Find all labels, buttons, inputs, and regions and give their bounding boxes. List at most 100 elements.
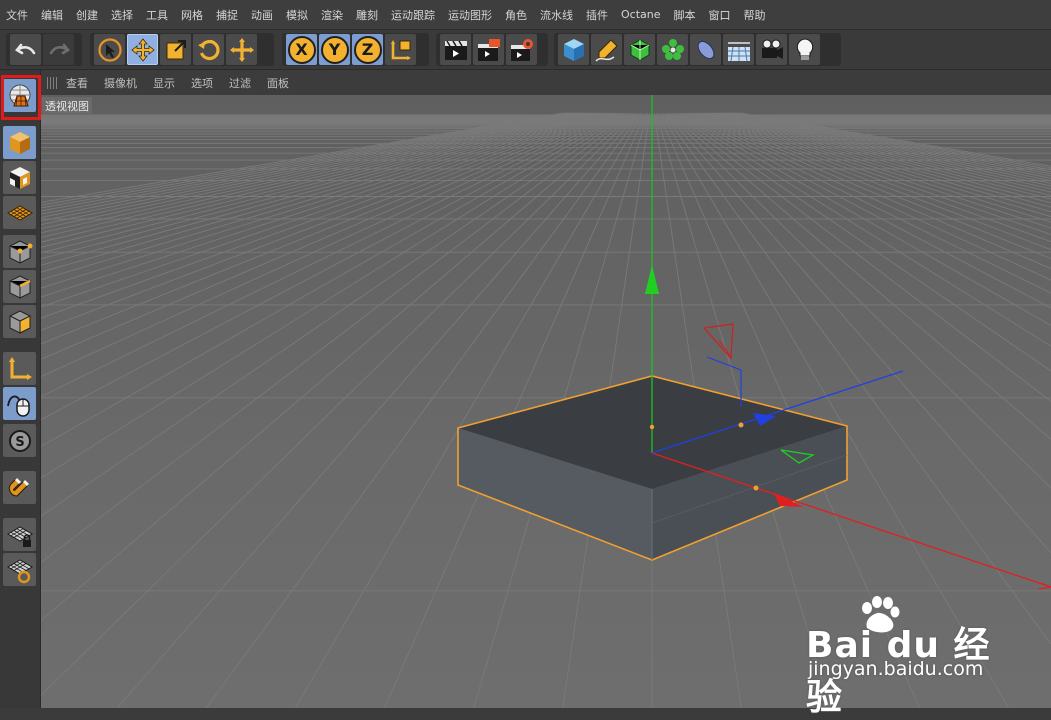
menu-animate[interactable]: 动画 <box>251 7 273 23</box>
menu-mograph[interactable]: 运动图形 <box>448 7 492 23</box>
viewport-menu-panel[interactable]: 面板 <box>267 75 289 91</box>
watermark-url: jingyan.baidu.com <box>808 658 984 680</box>
y-axis-handle-icon[interactable] <box>645 265 659 294</box>
texture-mode-button[interactable] <box>3 161 36 194</box>
subdivision-surface-icon <box>630 38 649 61</box>
render-settings-icon <box>510 38 533 61</box>
menu-character[interactable]: 角色 <box>505 7 527 23</box>
deformer-button[interactable] <box>690 34 721 65</box>
menu-edit[interactable]: 编辑 <box>41 7 63 23</box>
axis-mode-button[interactable] <box>3 352 36 385</box>
pen-spline-icon <box>594 38 618 62</box>
viewport-menu-filter[interactable]: 过滤 <box>229 75 251 91</box>
menu-render[interactable]: 渲染 <box>321 7 343 23</box>
light-button[interactable] <box>789 34 820 65</box>
render-view-icon <box>444 40 467 60</box>
live-select-button[interactable] <box>94 34 125 65</box>
last-tool-button[interactable] <box>226 34 257 65</box>
points-mode-button[interactable] <box>3 235 36 268</box>
menu-mesh[interactable]: 网格 <box>181 7 203 23</box>
viewport-menu-view[interactable]: 查看 <box>66 75 88 91</box>
menu-help[interactable]: 帮助 <box>744 7 766 23</box>
pen-spline-button[interactable] <box>591 34 622 65</box>
viewport-menu-bar: 查看 摄像机 显示 选项 过滤 面板 <box>41 70 1051 95</box>
menu-select[interactable]: 选择 <box>111 7 133 23</box>
left-toolbar: S <box>0 70 41 708</box>
highlight-frame <box>1 75 41 120</box>
baidu-watermark: Bai du 经验 jingyan.baidu.com <box>806 596 1016 718</box>
move-icon <box>130 37 155 62</box>
undo-button[interactable] <box>10 34 41 65</box>
menu-simulate[interactable]: 模拟 <box>286 7 308 23</box>
create-group <box>554 33 841 66</box>
rotate-icon <box>197 39 220 60</box>
solo-button[interactable]: S <box>3 424 36 457</box>
points-mode-icon <box>9 239 32 264</box>
render-settings-button[interactable] <box>506 34 537 65</box>
cube-object-button[interactable] <box>558 34 589 65</box>
axis-lock-group: X Y Z <box>282 33 429 66</box>
z-axis-button[interactable]: Z <box>352 34 383 65</box>
x-axis-button[interactable]: X <box>286 34 317 65</box>
menu-window[interactable]: 窗口 <box>709 7 731 23</box>
y-axis-icon: Y <box>320 35 349 64</box>
svg-text:S: S <box>15 435 24 450</box>
tweak-mode-icon <box>6 395 30 417</box>
history-group <box>6 33 82 66</box>
menu-plugins[interactable]: 插件 <box>586 7 608 23</box>
axis-mode-icon <box>8 356 32 380</box>
viewport-menu-cameras[interactable]: 摄像机 <box>104 75 137 91</box>
texture-mode-icon <box>9 166 30 189</box>
rotate-button[interactable] <box>193 34 224 65</box>
floor-environment-icon <box>727 41 750 61</box>
coordinate-system-button[interactable] <box>385 34 416 65</box>
y-axis-button[interactable]: Y <box>319 34 350 65</box>
tweak-mode-button[interactable] <box>3 387 36 420</box>
menu-bar: 文件 编辑 创建 选择 工具 网格 捕捉 动画 模拟 渲染 雕刻 运动跟踪 运动… <box>0 0 1051 29</box>
edges-mode-button[interactable] <box>3 270 36 303</box>
scale-icon <box>166 39 186 59</box>
menu-script[interactable]: 脚本 <box>674 7 696 23</box>
deformer-icon <box>697 40 714 59</box>
render-group <box>436 33 548 66</box>
undo-icon <box>14 43 35 54</box>
main-toolbar: X Y Z <box>0 29 1051 70</box>
menu-sculpt[interactable]: 雕刻 <box>356 7 378 23</box>
workplane-mode-icon <box>6 204 33 221</box>
render-picture-viewer-button[interactable] <box>473 34 504 65</box>
menu-tools[interactable]: 工具 <box>146 7 168 23</box>
menu-motion-tracker[interactable]: 运动跟踪 <box>391 7 435 23</box>
floor-environment-button[interactable] <box>723 34 754 65</box>
menu-create[interactable]: 创建 <box>76 7 98 23</box>
z-axis-icon: Z <box>353 35 382 64</box>
viewport-label: 透视视图 <box>42 97 92 115</box>
workplane-align-button[interactable] <box>3 553 36 586</box>
menu-pipeline[interactable]: 流水线 <box>540 7 573 23</box>
move-button[interactable] <box>127 34 158 65</box>
menu-file[interactable]: 文件 <box>6 7 28 23</box>
model-mode-icon <box>9 131 30 154</box>
subdivision-surface-button[interactable] <box>624 34 655 65</box>
coordinate-system-icon <box>390 39 411 60</box>
camera-icon <box>761 39 783 59</box>
model-mode-button[interactable] <box>3 126 36 159</box>
viewport-menu-options[interactable]: 选项 <box>191 75 213 91</box>
grip-handle-icon[interactable] <box>47 76 59 89</box>
live-select-icon <box>97 37 122 62</box>
viewport-menu-display[interactable]: 显示 <box>153 75 175 91</box>
workplane-mode-button[interactable] <box>3 196 36 229</box>
camera-button[interactable] <box>756 34 787 65</box>
workplane-lock-icon <box>6 525 33 547</box>
cube-object-icon <box>563 38 584 61</box>
cloner-button[interactable] <box>657 34 688 65</box>
scale-button[interactable] <box>160 34 191 65</box>
polygons-mode-button[interactable] <box>3 305 36 338</box>
render-view-button[interactable] <box>440 34 471 65</box>
menu-snap[interactable]: 捕捉 <box>216 7 238 23</box>
snap-magnet-button[interactable] <box>3 471 36 504</box>
menu-octane[interactable]: Octane <box>621 8 661 21</box>
cloner-icon <box>661 38 684 60</box>
workplane-lock-button[interactable] <box>3 518 36 551</box>
redo-button[interactable] <box>43 34 74 65</box>
edges-mode-icon <box>9 274 31 299</box>
